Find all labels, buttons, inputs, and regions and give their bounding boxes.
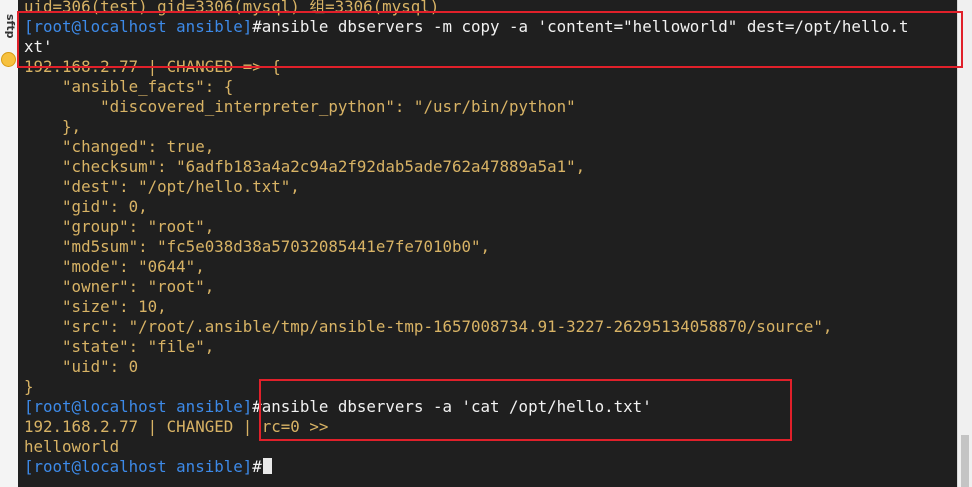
terminal-line: "state": "file", [24, 337, 909, 357]
scrollbar-thumb[interactable] [961, 435, 969, 487]
output-text: "state": "file", [24, 337, 215, 356]
terminal-line: "md5sum": "fc5e038d38a57032085441e7fe701… [24, 237, 909, 257]
output-text: "checksum": "6adfb183a4a2c94a2f92dab5ade… [24, 157, 586, 176]
output-text: "changed": true, [24, 137, 215, 156]
sftp-tab-label[interactable]: sftp [1, 6, 17, 46]
output-text: "src": "/root/.ansible/tmp/ansible-tmp-1… [24, 317, 833, 336]
terminal-line: "discovered_interpreter_python": "/usr/b… [24, 97, 909, 117]
terminal-cursor [262, 458, 272, 474]
cat-command-highlight-box [259, 379, 792, 441]
output-text: "gid": 0, [24, 197, 148, 216]
terminal-line: "changed": true, [24, 137, 909, 157]
output-text: }, [24, 117, 82, 136]
terminal-line: "size": 10, [24, 297, 909, 317]
terminal-line: "gid": 0, [24, 197, 909, 217]
output-text: helloworld [24, 437, 120, 456]
terminal-line: "group": "root", [24, 217, 909, 237]
terminal-line: }, [24, 117, 909, 137]
terminal-line: "ansible_facts": { [24, 77, 909, 97]
terminal-line: "owner": "root", [24, 277, 909, 297]
output-text: "mode": "0644", [24, 257, 205, 276]
output-text: "md5sum": "fc5e038d38a57032085441e7fe701… [24, 237, 491, 256]
terminal-line: "mode": "0644", [24, 257, 909, 277]
terminal-line: [root@localhost ansible]# [24, 457, 909, 477]
command-text: # [252, 457, 262, 476]
shell-prompt: [root@localhost ansible] [24, 457, 253, 476]
shell-prompt: [root@localhost ansible] [24, 397, 253, 416]
sftp-status-icon [1, 52, 16, 67]
copy-command-highlight-box [17, 11, 963, 68]
output-text: "dest": "/opt/hello.txt", [24, 177, 300, 196]
terminal-line: "src": "/root/.ansible/tmp/ansible-tmp-1… [24, 317, 909, 337]
output-text: "ansible_facts": { [24, 77, 234, 96]
output-text: "discovered_interpreter_python": "/usr/b… [24, 97, 576, 116]
sftp-side-panel: sftp [0, 0, 19, 487]
output-text: "uid": 0 [24, 357, 139, 376]
terminal-line: "dest": "/opt/hello.txt", [24, 177, 909, 197]
output-text: } [24, 377, 34, 396]
output-text: "group": "root", [24, 217, 215, 236]
terminal-line: "checksum": "6adfb183a4a2c94a2f92dab5ade… [24, 157, 909, 177]
output-text: "owner": "root", [24, 277, 215, 296]
vertical-scrollbar[interactable] [957, 0, 972, 487]
terminal-line: "uid": 0 [24, 357, 909, 377]
output-text: "size": 10, [24, 297, 167, 316]
